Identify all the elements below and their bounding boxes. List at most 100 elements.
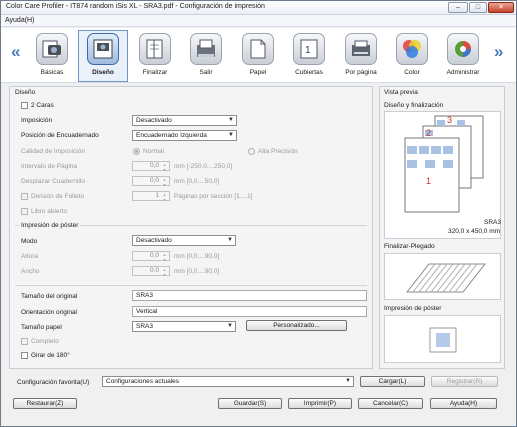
poster-preview-graphic (429, 327, 457, 353)
rotate-180-checkbox[interactable] (21, 352, 28, 359)
open-book-label: Libro abierto (31, 208, 68, 215)
booklet-division-checkbox[interactable] (21, 193, 28, 200)
tab-label: Cubiertas (295, 69, 323, 76)
close-button[interactable]: ✕ (488, 2, 514, 13)
original-orientation-field: Vertical (132, 306, 367, 317)
tab-label: Administrar (446, 69, 480, 76)
poster-height-unit: mm [0,0....90,0] (174, 253, 220, 260)
chevron-down-icon: ▼ (227, 237, 233, 243)
maximize-button[interactable]: □ (469, 2, 487, 13)
fold-preview-graphic (405, 263, 487, 293)
poster-height-spinner[interactable]: 0,0 (132, 251, 170, 262)
paper-size-select[interactable]: SRA3 ▼ (132, 321, 236, 332)
tab-basicas[interactable]: Básicas (28, 31, 76, 81)
restore-button[interactable]: Restaurar(Z) (13, 398, 77, 409)
tab-diseno[interactable]: Diseño (78, 30, 128, 82)
imposition-label: Imposición (21, 117, 53, 124)
open-book-checkbox[interactable] (21, 208, 28, 215)
preview-panel: Vista previa Diseño y finalización 3 2 1 (379, 86, 505, 369)
tab-administrar[interactable]: Administrar (439, 31, 487, 81)
tab-label: Finalizar (142, 69, 168, 76)
poster-width-unit: mm [0,0....90,0] (174, 268, 220, 275)
poster-mode-value: Desactivado (136, 237, 172, 244)
creep-spinner[interactable]: 0,0 (132, 176, 170, 187)
layout-finishing-title: Diseño y finalización (384, 102, 444, 109)
quality-label: Calidad de Imposición (21, 148, 85, 155)
layout-preview-box: 3 2 1 SRA3 320,0 x 450,0 mm (384, 111, 501, 239)
chevron-down-icon: ▼ (228, 117, 234, 123)
quality-normal-radio[interactable] (133, 148, 140, 155)
layout-group-title: Diseño (15, 89, 36, 96)
minimize-button[interactable]: – (448, 2, 468, 13)
creep-unit: mm [0,0....50,0] (174, 178, 220, 185)
menu-bar: Ayuda(H) (1, 15, 516, 27)
tab-label: Diseño (92, 69, 114, 76)
poster-preview-title: Impresión de póster (384, 305, 442, 312)
booklet-spinner[interactable]: 1 (132, 191, 170, 202)
title-bar: Color Care Profiler - IT874 random iSis … (1, 1, 516, 15)
quality-high-label: Alta Precisión (258, 148, 298, 155)
tab-por-pagina[interactable]: Por página (337, 31, 385, 81)
register-button[interactable]: Registrar(R) (431, 376, 498, 387)
tab-finalizar[interactable]: Finalizar (131, 31, 179, 81)
print-button[interactable]: Imprimir(P) (288, 398, 352, 409)
complete-label: Completo (31, 338, 59, 345)
chevron-down-icon: ▼ (345, 378, 351, 384)
color-icon (396, 33, 428, 65)
tab-label: Por página (345, 69, 377, 76)
poster-mode-select[interactable]: Desactivado ▼ (132, 235, 236, 246)
poster-width-label: Ancho (21, 268, 40, 275)
chevron-down-icon: ▼ (228, 132, 234, 138)
layout-settings-panel: Diseño 2 Caras Imposición Desactivado ▼ … (9, 86, 373, 369)
paper-size-value: SRA3 (136, 323, 153, 330)
poster-height-label: Altura (21, 253, 38, 260)
paper-size-label: Tamaño papel (21, 324, 62, 331)
custom-size-button[interactable]: Personalizado... (246, 320, 347, 331)
tab-label: Básicas (40, 69, 64, 76)
page-interval-spinner[interactable]: 0,0 (132, 161, 170, 172)
two-sided-checkbox[interactable] (21, 102, 28, 109)
favorite-config-select[interactable]: Configuraciones actuales ▼ (102, 376, 354, 387)
imposition-value: Desactivado (136, 117, 172, 124)
scroll-left-arrow[interactable]: « (11, 42, 20, 62)
tab-papel[interactable]: Papel (234, 31, 282, 81)
tab-salir[interactable]: Salir (182, 31, 230, 81)
preview-title: Vista previa (384, 89, 418, 96)
tab-label: Papel (249, 69, 267, 76)
print-settings-window: Color Care Profiler - IT874 random iSis … (0, 0, 517, 427)
page-interval-label: Intervalo de Página (21, 163, 78, 170)
poster-width-spinner[interactable]: 0,0 (132, 266, 170, 277)
original-size-field: SRA3 (132, 290, 367, 301)
complete-checkbox[interactable] (21, 338, 28, 345)
poster-preview-box (384, 315, 501, 363)
booklet-division-label: División de Folleto (31, 193, 85, 200)
binding-position-select[interactable]: Encuadernado Izquierda ▼ (132, 130, 237, 141)
booklet-unit: Páginas por sección [1....1] (174, 193, 253, 200)
original-size-label: Tamaño del original (21, 293, 78, 300)
help-button[interactable]: Ayuda(H) (430, 398, 497, 409)
paper-dims-label: 320,0 x 450,0 mm (448, 228, 501, 235)
per-page-icon (345, 33, 377, 65)
menu-help[interactable]: Ayuda(H) (5, 17, 34, 24)
favorite-config-label: Configuración favorita(U) (17, 379, 90, 386)
tab-color[interactable]: Color (388, 31, 436, 81)
binding-position-value: Encuadernado Izquierda (136, 132, 207, 139)
chevron-down-icon: ▼ (227, 323, 233, 329)
creep-label: Desplazar Cuadernillo (21, 178, 85, 185)
favorite-config-value: Configuraciones actuales (106, 378, 179, 385)
window-title: Color Care Profiler - IT874 random iSis … (6, 3, 265, 10)
save-button[interactable]: Guardar(S) (218, 398, 282, 409)
administer-icon (447, 33, 479, 65)
tab-label: Salir (199, 69, 213, 76)
category-toolbar: « » Básicas Diseño Finalizar Salir Papel… (1, 28, 516, 83)
paper-name-label: SRA3 (484, 219, 501, 226)
imposition-select[interactable]: Desactivado ▼ (132, 115, 237, 126)
poster-group-title: Impresión de póster (19, 222, 81, 229)
quality-high-radio[interactable] (248, 148, 255, 155)
cancel-button[interactable]: Cancelar(C) (358, 398, 423, 409)
original-orientation-label: Orientación original (21, 309, 78, 316)
load-button[interactable]: Cargar(L) (360, 376, 425, 387)
tab-cubiertas[interactable]: 1 Cubiertas (285, 31, 333, 81)
scroll-right-arrow[interactable]: » (494, 42, 503, 62)
two-sided-label: 2 Caras (31, 102, 54, 109)
